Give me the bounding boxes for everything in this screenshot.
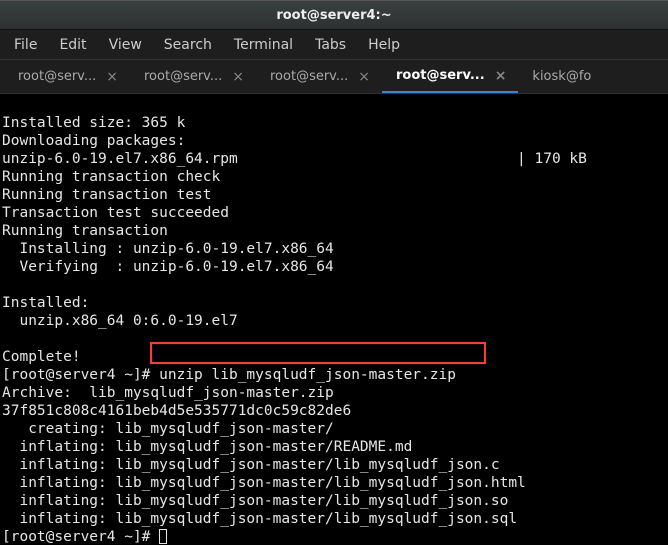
menu-help[interactable]: Help: [358, 32, 410, 58]
terminal-line: Installed size: 365 k: [2, 115, 185, 131]
terminal-line: 37f851c808c4161beb4d5e535771dc0c59c82de6: [2, 403, 351, 419]
terminal-line: inflating: lib_mysqludf_json-master/READ…: [2, 439, 412, 455]
terminal-line: inflating: lib_mysqludf_json-master/lib_…: [2, 493, 508, 509]
terminal-line: Installed:: [2, 295, 89, 311]
terminal-line: unzip-6.0-19.el7.x86_64.rpm | 170 kB: [2, 151, 587, 167]
menu-search[interactable]: Search: [154, 32, 222, 58]
close-icon[interactable]: ×: [230, 70, 246, 84]
terminal-line: Installing : unzip-6.0-19.el7.x86_64: [2, 241, 334, 257]
terminal-line: Running transaction test: [2, 187, 212, 203]
tab-3-active[interactable]: root@serv... ×: [382, 60, 518, 93]
tab-1[interactable]: root@serv... ×: [130, 60, 256, 93]
terminal-line: Archive: lib_mysqludf_json-master.zip: [2, 385, 334, 401]
terminal-line: Downloading packages:: [2, 133, 185, 149]
tab-label: root@serv...: [396, 68, 485, 83]
terminal-line: Running transaction: [2, 223, 168, 239]
menu-terminal[interactable]: Terminal: [224, 32, 303, 58]
terminal-prompt: [root@server4 ~]#: [2, 529, 159, 545]
menu-view[interactable]: View: [99, 32, 152, 58]
tab-label: kiosk@fo: [532, 69, 591, 84]
terminal-line: inflating: lib_mysqludf_json-master/lib_…: [2, 511, 517, 527]
close-icon[interactable]: ×: [493, 69, 509, 83]
menu-tabs[interactable]: Tabs: [305, 32, 356, 58]
menubar: File Edit View Search Terminal Tabs Help: [0, 30, 668, 60]
window-titlebar: root@server4:~: [0, 0, 668, 30]
window-title: root@server4:~: [276, 8, 391, 23]
terminal-output[interactable]: Installed size: 365 k Downloading packag…: [0, 94, 668, 545]
terminal-line: creating: lib_mysqludf_json-master/: [2, 421, 334, 437]
cursor-icon: [159, 529, 167, 544]
tab-label: root@serv...: [18, 69, 96, 84]
close-icon[interactable]: ×: [104, 70, 120, 84]
terminal-line: Transaction test succeeded: [2, 205, 229, 221]
menu-file[interactable]: File: [4, 32, 47, 58]
tabbar: root@serv... × root@serv... × root@serv.…: [0, 60, 668, 94]
tab-0[interactable]: root@serv... ×: [4, 60, 130, 93]
menu-edit[interactable]: Edit: [49, 32, 96, 58]
terminal-line: inflating: lib_mysqludf_json-master/lib_…: [2, 475, 526, 491]
tab-4[interactable]: kiosk@fo: [518, 60, 601, 93]
terminal-line: Complete!: [2, 349, 81, 365]
terminal-line: Running transaction check: [2, 169, 220, 185]
tab-label: root@serv...: [270, 69, 348, 84]
highlight-annotation: [150, 342, 486, 364]
terminal-line: inflating: lib_mysqludf_json-master/lib_…: [2, 457, 500, 473]
close-icon[interactable]: ×: [356, 70, 372, 84]
terminal-line: unzip.x86_64 0:6.0-19.el7: [2, 313, 238, 329]
terminal-line: [root@server4 ~]# unzip lib_mysqludf_jso…: [2, 367, 456, 383]
tab-2[interactable]: root@serv... ×: [256, 60, 382, 93]
terminal-line: Verifying : unzip-6.0-19.el7.x86_64: [2, 259, 334, 275]
tab-label: root@serv...: [144, 69, 222, 84]
